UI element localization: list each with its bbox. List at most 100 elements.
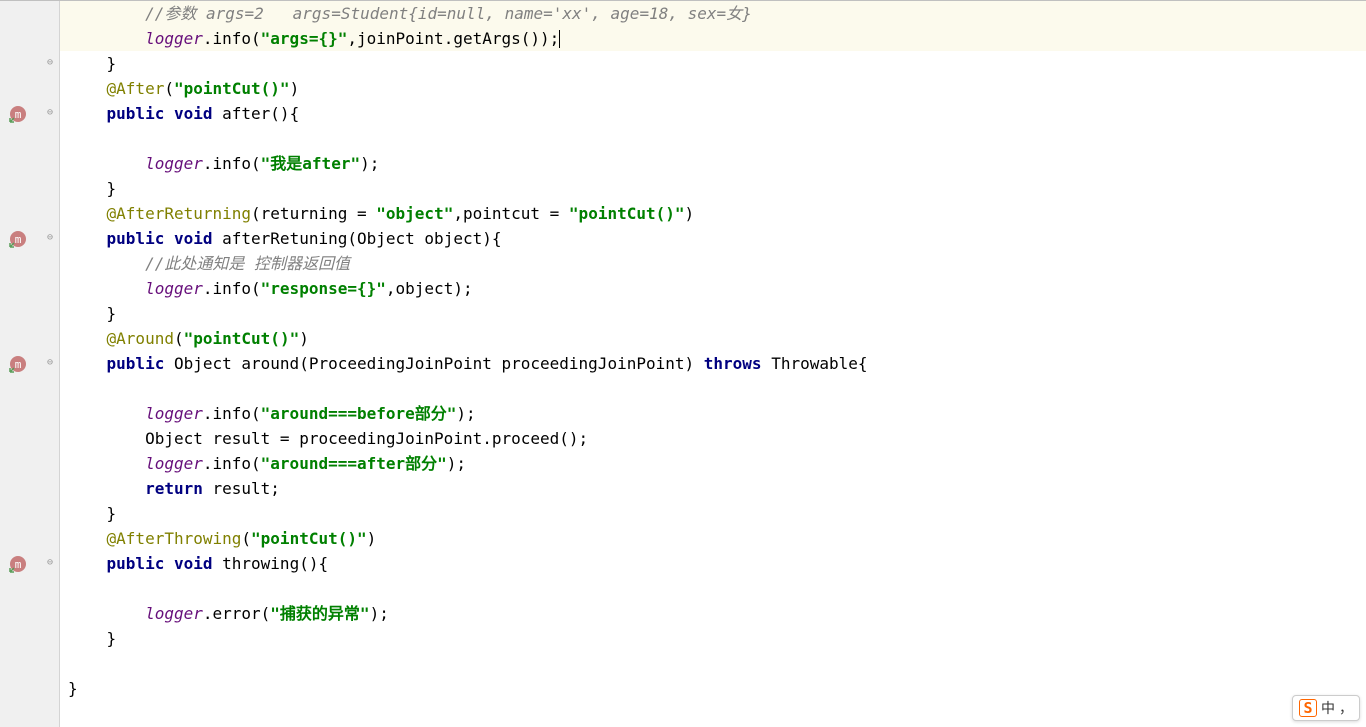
code-line[interactable]: public Object around(ProceedingJoinPoint… bbox=[60, 351, 1366, 376]
ime-punct-label: ， bbox=[1339, 698, 1353, 718]
code-line[interactable]: public void throwing(){ bbox=[60, 551, 1366, 576]
field-ref: logger bbox=[145, 404, 203, 423]
keyword: public bbox=[107, 354, 165, 373]
code-line[interactable]: //此处通知是 控制器返回值 bbox=[60, 251, 1366, 276]
code-line[interactable]: return result; bbox=[60, 476, 1366, 501]
code-text: ,object); bbox=[386, 279, 473, 298]
method-call: .info( bbox=[203, 154, 261, 173]
keyword: void bbox=[174, 229, 213, 248]
method-call: .info( bbox=[203, 454, 261, 473]
comment: //此处通知是 控制器返回值 bbox=[145, 254, 350, 273]
code-line[interactable]: logger.error("捕获的异常"); bbox=[60, 601, 1366, 626]
override-icon[interactable]: m bbox=[8, 229, 28, 249]
code-text: ); bbox=[456, 404, 475, 423]
keyword: return bbox=[145, 479, 203, 498]
string-literal: "pointCut()" bbox=[174, 79, 290, 98]
annotation: @Around bbox=[107, 329, 174, 348]
override-icon[interactable]: m bbox=[8, 354, 28, 374]
code-text: ( bbox=[241, 529, 251, 548]
code-text: ) bbox=[299, 329, 309, 348]
code-area[interactable]: //参数 args=2 args=Student{id=null, name='… bbox=[60, 1, 1366, 727]
text-caret bbox=[559, 30, 560, 48]
code-text: } bbox=[68, 304, 116, 323]
code-line[interactable]: } bbox=[60, 301, 1366, 326]
code-text: } bbox=[68, 504, 116, 523]
code-line[interactable]: @Around("pointCut()") bbox=[60, 326, 1366, 351]
method-call: .info( bbox=[203, 279, 261, 298]
field-ref: logger bbox=[145, 29, 203, 48]
code-text: ); bbox=[370, 604, 389, 623]
fold-marker[interactable]: ⊖ bbox=[47, 107, 57, 117]
keyword: void bbox=[174, 104, 213, 123]
code-text: ) bbox=[685, 204, 695, 223]
code-line[interactable]: } bbox=[60, 176, 1366, 201]
code-line[interactable]: Object result = proceedingJoinPoint.proc… bbox=[60, 426, 1366, 451]
field-ref: logger bbox=[145, 279, 203, 298]
code-text: } bbox=[68, 179, 116, 198]
keyword: void bbox=[174, 554, 213, 573]
annotation: @AfterThrowing bbox=[107, 529, 242, 548]
string-literal: "pointCut()" bbox=[251, 529, 367, 548]
code-text: afterRetuning(Object object){ bbox=[213, 229, 502, 248]
code-line[interactable]: } bbox=[60, 626, 1366, 651]
code-line[interactable] bbox=[60, 126, 1366, 151]
override-icon[interactable]: m bbox=[8, 104, 28, 124]
code-line[interactable] bbox=[60, 576, 1366, 601]
code-line[interactable]: } bbox=[60, 676, 1366, 701]
code-text: ,pointcut = bbox=[453, 204, 569, 223]
string-literal: "捕获的异常" bbox=[270, 604, 369, 623]
fold-marker[interactable]: ⊖ bbox=[47, 557, 57, 567]
code-text: } bbox=[68, 629, 116, 648]
code-line[interactable]: logger.info("around===after部分"); bbox=[60, 451, 1366, 476]
code-line[interactable]: @After("pointCut()") bbox=[60, 76, 1366, 101]
code-line[interactable]: logger.info("response={}",object); bbox=[60, 276, 1366, 301]
comment: //参数 args=2 args=Student{id=null, name='… bbox=[145, 4, 752, 23]
keyword: public bbox=[107, 554, 165, 573]
code-text: ) bbox=[290, 79, 300, 98]
fold-marker[interactable]: ⊖ bbox=[47, 57, 57, 67]
code-text: throwing(){ bbox=[213, 554, 329, 573]
code-text: after(){ bbox=[213, 104, 300, 123]
code-line[interactable]: public void after(){ bbox=[60, 101, 1366, 126]
fold-marker[interactable]: ⊖ bbox=[47, 232, 57, 242]
sogou-logo-icon: S bbox=[1299, 699, 1317, 717]
code-text: } bbox=[68, 54, 116, 73]
string-literal: "response={}" bbox=[261, 279, 386, 298]
override-icon[interactable]: m bbox=[8, 554, 28, 574]
code-line[interactable]: } bbox=[60, 51, 1366, 76]
gutter: m m m m ⊖ ⊖ ⊖ ⊖ ⊖ bbox=[0, 1, 60, 727]
ime-indicator[interactable]: S 中 ， bbox=[1292, 695, 1360, 721]
code-line[interactable]: @AfterThrowing("pointCut()") bbox=[60, 526, 1366, 551]
string-literal: "around===after部分" bbox=[261, 454, 447, 473]
code-text: Throwable{ bbox=[762, 354, 868, 373]
code-line[interactable] bbox=[60, 651, 1366, 676]
method-call: .info( bbox=[203, 29, 261, 48]
string-literal: "pointCut()" bbox=[184, 329, 300, 348]
method-call: .info( bbox=[203, 404, 261, 423]
fold-marker[interactable]: ⊖ bbox=[47, 357, 57, 367]
code-text: ,joinPoint.getArgs()); bbox=[347, 29, 559, 48]
field-ref: logger bbox=[145, 454, 203, 473]
field-ref: logger bbox=[145, 604, 203, 623]
code-line[interactable]: //参数 args=2 args=Student{id=null, name='… bbox=[60, 1, 1366, 26]
code-line[interactable]: logger.info("args={}",joinPoint.getArgs(… bbox=[60, 26, 1366, 51]
code-line[interactable]: logger.info("我是after"); bbox=[60, 151, 1366, 176]
keyword: throws bbox=[704, 354, 762, 373]
annotation: @AfterReturning bbox=[107, 204, 252, 223]
code-line[interactable]: public void afterRetuning(Object object)… bbox=[60, 226, 1366, 251]
code-line[interactable]: @AfterReturning(returning = "object",poi… bbox=[60, 201, 1366, 226]
code-line[interactable]: } bbox=[60, 501, 1366, 526]
code-text: (returning = bbox=[251, 204, 376, 223]
code-text: Object around(ProceedingJoinPoint procee… bbox=[164, 354, 703, 373]
code-text: ) bbox=[367, 529, 377, 548]
code-line[interactable]: logger.info("around===before部分"); bbox=[60, 401, 1366, 426]
string-literal: "around===before部分" bbox=[261, 404, 457, 423]
svg-text:m: m bbox=[15, 233, 22, 246]
code-line[interactable] bbox=[60, 376, 1366, 401]
string-literal: "pointCut()" bbox=[569, 204, 685, 223]
method-call: .error( bbox=[203, 604, 270, 623]
field-ref: logger bbox=[145, 154, 203, 173]
ime-mode-label: 中 bbox=[1321, 698, 1335, 718]
code-text: result; bbox=[203, 479, 280, 498]
annotation: @After bbox=[107, 79, 165, 98]
